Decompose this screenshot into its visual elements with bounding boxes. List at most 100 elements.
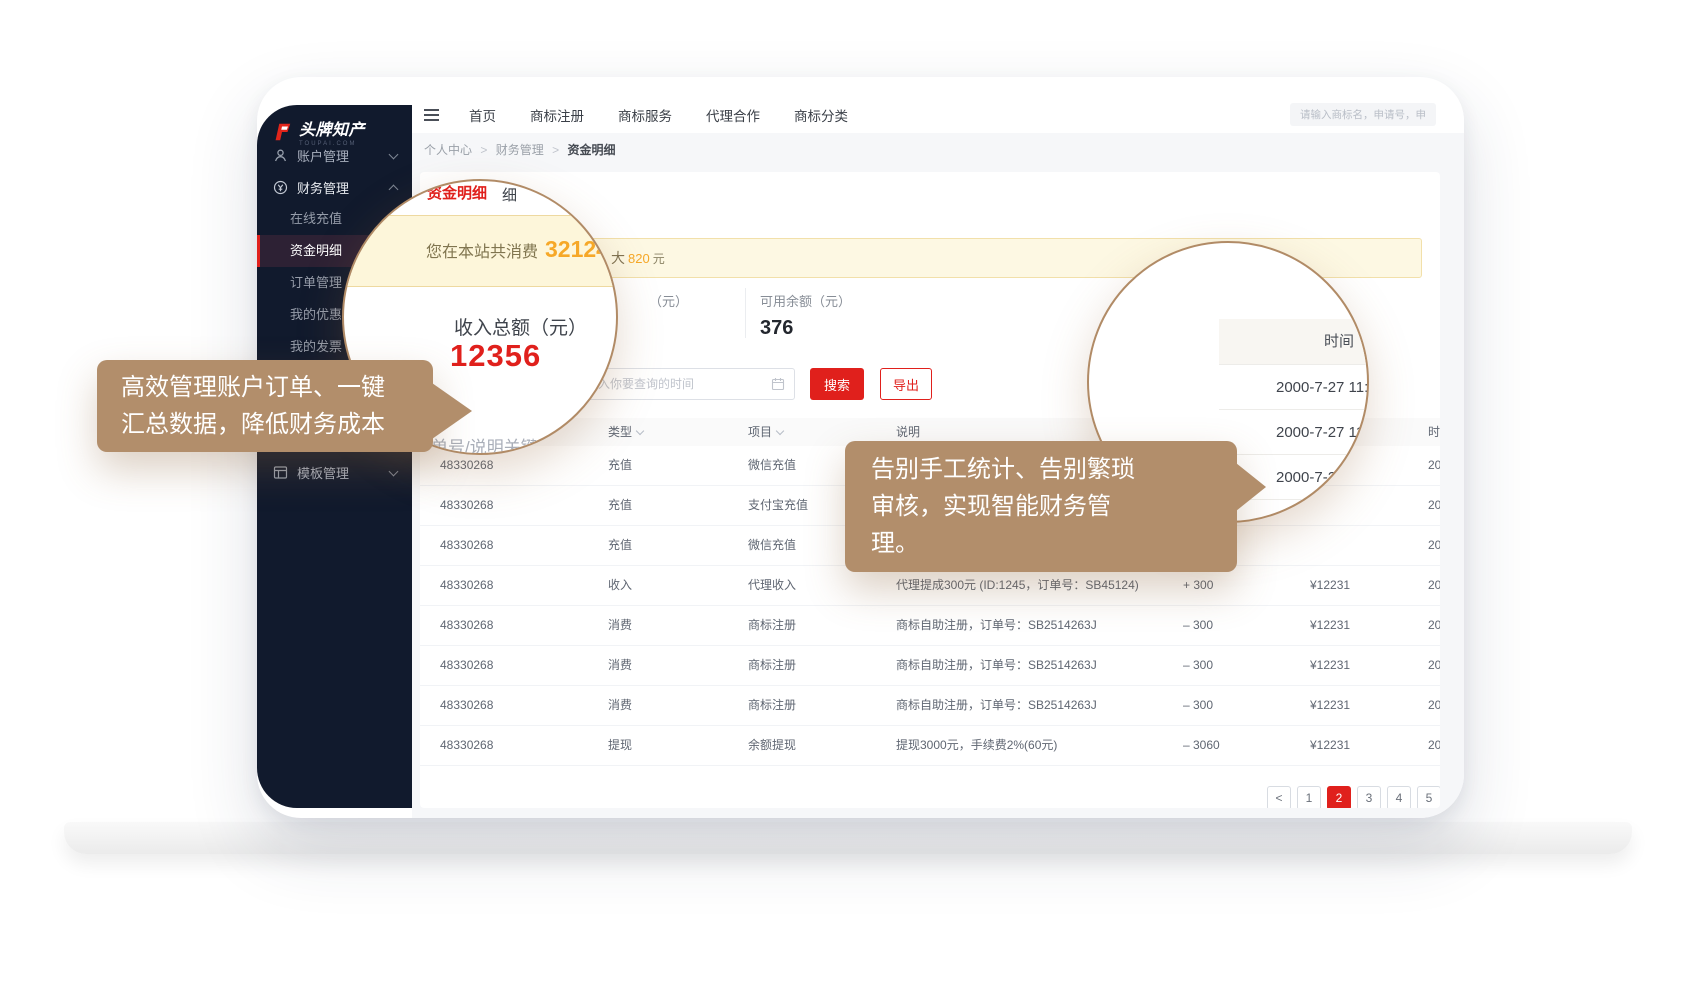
cell-project: 微信充值: [748, 446, 796, 485]
global-search-input[interactable]: [1290, 103, 1436, 126]
breadcrumb-current: 资金明细: [567, 143, 615, 157]
cell-type: 充值: [608, 446, 632, 485]
callout-left: 高效管理账户订单、一键 汇总数据，降低财务成本: [97, 360, 433, 452]
breadcrumb-item[interactable]: 个人中心: [424, 143, 472, 157]
hamburger-menu-icon[interactable]: [424, 106, 439, 124]
cell-project: 商标注册: [748, 686, 796, 725]
pagination-page-1[interactable]: 1: [1297, 786, 1321, 808]
sidebar-item-template[interactable]: 模板管理: [257, 456, 412, 488]
table-row[interactable]: 48330268 提现 余额提现 提现3000元，手续费2%(60元) – 30…: [420, 726, 1440, 766]
cell-amount: – 300: [1183, 646, 1213, 685]
pagination-prev-button[interactable]: <: [1267, 786, 1291, 808]
cell-time: 2000-7-27 11:58:03: [1428, 566, 1440, 605]
cell-order: 48330268: [440, 566, 493, 605]
magnified-time-cell: 2000-7-27 11:58:03: [1219, 365, 1369, 410]
cell-type: 充值: [608, 486, 632, 525]
callout-arrow-icon: [1236, 463, 1266, 511]
cell-order: 48330268: [440, 606, 493, 645]
cell-time: 2000-7-27 11:58:03: [1428, 526, 1440, 565]
cell-desc: 商标自助注册，订单号：SB2514263J: [896, 686, 1097, 725]
cell-project: 代理收入: [748, 566, 796, 605]
magnified-income-value: 12356: [450, 338, 541, 374]
cell-order: 48330268: [440, 726, 493, 765]
sidebar-item-account[interactable]: 账户管理: [257, 139, 412, 171]
cell-desc: 商标自助注册，订单号：SB2514263J: [896, 646, 1097, 685]
cell-project: 商标注册: [748, 606, 796, 645]
chevron-down-icon: [636, 427, 644, 435]
callout-right: 告别手工统计、告别繁琐 审核，实现智能财务管 理。: [845, 441, 1237, 572]
pagination-page-3[interactable]: 3: [1357, 786, 1381, 808]
cell-time: 2000-7-27 11:58:03: [1428, 606, 1440, 645]
cell-order: 48330268: [440, 486, 493, 525]
sidebar: 头牌知产 TOUPAI.COM 账户管理: [257, 105, 412, 808]
callout-arrow-icon: [432, 383, 472, 439]
breadcrumb-separator: >: [552, 143, 559, 157]
topbar: 首页 商标注册 商标服务 代理合作 商标分类: [412, 97, 1464, 134]
column-header-time: 时间: [1428, 418, 1440, 446]
cell-desc: 商标自助注册，订单号：SB2514263J: [896, 606, 1097, 645]
cell-time: 2000-7-27 11:58:03: [1428, 726, 1440, 765]
cell-time: 2000-7-27 11:58:03: [1428, 686, 1440, 725]
table-row[interactable]: 48330268 消费 商标注册 商标自助注册，订单号：SB2514263J –…: [420, 606, 1440, 646]
pagination-page-2-active[interactable]: 2: [1327, 786, 1351, 808]
table-row[interactable]: 48330268 消费 商标注册 商标自助注册，订单号：SB2514263J –…: [420, 646, 1440, 686]
nav-item-trademark-category[interactable]: 商标分类: [794, 105, 848, 125]
magnified-banner-amount: 32124: [545, 236, 609, 263]
column-header-project[interactable]: 项目: [748, 418, 783, 446]
finance-icon: [273, 180, 288, 195]
search-button[interactable]: 搜索: [810, 368, 864, 400]
cell-type: 消费: [608, 686, 632, 725]
column-header-type[interactable]: 类型: [608, 418, 643, 446]
table-row[interactable]: 48330268 消费 商标注册 商标自助注册，订单号：SB2514263J –…: [420, 686, 1440, 726]
magnified-banner-prefix: 您在本站共消费: [426, 238, 538, 262]
laptop-base: [64, 822, 1632, 854]
laptop-mockup: 头牌知产 TOUPAI.COM 账户管理: [0, 0, 1696, 1002]
cell-amount: – 3060: [1183, 726, 1220, 765]
sidebar-item-finance[interactable]: 财务管理: [257, 171, 412, 203]
user-icon: [273, 148, 288, 163]
callout-line: 告别手工统计、告别繁琐: [871, 451, 1237, 488]
top-nav: 首页 商标注册 商标服务 代理合作 商标分类: [469, 105, 848, 125]
callout-line: 高效管理账户订单、一键: [121, 369, 433, 406]
stat-available-balance: 可用余额（元） 376: [760, 291, 851, 340]
chevron-down-icon: [389, 150, 399, 160]
stat-divider: [745, 288, 746, 338]
magnified-banner: 您在本站共消费 32124: [342, 215, 618, 287]
nav-item-agent-cooperation[interactable]: 代理合作: [706, 105, 760, 125]
chevron-down-icon: [389, 467, 399, 477]
pagination-page-4[interactable]: 4: [1387, 786, 1411, 808]
cell-amount: – 300: [1183, 686, 1213, 725]
magnified-time-header: 时间: [1219, 319, 1369, 365]
cell-order: 48330268: [440, 646, 493, 685]
cell-project: 余额提现: [748, 726, 796, 765]
cell-type: 充值: [608, 526, 632, 565]
cell-desc: 提现3000元，手续费2%(60元): [896, 726, 1057, 765]
pagination: < 1 2 3 4 5: [1267, 786, 1440, 808]
cell-balance: ¥12231: [1310, 726, 1350, 765]
cell-project: 商标注册: [748, 646, 796, 685]
export-button[interactable]: 导出: [880, 368, 932, 400]
breadcrumb-item[interactable]: 财务管理: [496, 143, 544, 157]
nav-item-trademark-service[interactable]: 商标服务: [618, 105, 672, 125]
breadcrumb: 个人中心 > 财务管理 > 资金明细: [424, 141, 615, 158]
brand-name: 头牌知产: [299, 116, 365, 140]
breadcrumb-separator: >: [480, 143, 487, 157]
cell-time: 2000-7-27 11:58:03: [1428, 486, 1440, 525]
nav-item-trademark-register[interactable]: 商标注册: [530, 105, 584, 125]
callout-line: 汇总数据，降低财务成本: [121, 406, 433, 443]
banner-amount-small: 820: [628, 251, 650, 266]
cell-order: 48330268: [440, 526, 493, 565]
cell-time: 2000-7-27 11:58:03: [1428, 446, 1440, 485]
callout-line: 审核，实现智能财务管: [871, 488, 1237, 525]
magnified-tab-title: 资金明细: [427, 182, 487, 203]
magnified-time-cell: 2000-7-27 11:58:03: [1219, 410, 1369, 455]
nav-item-home[interactable]: 首页: [469, 105, 496, 125]
sidebar-item-label: 财务管理: [297, 178, 349, 197]
cell-type: 提现: [608, 726, 632, 765]
pagination-page-5[interactable]: 5: [1417, 786, 1440, 808]
cell-project: 微信充值: [748, 526, 796, 565]
cell-balance: ¥12231: [1310, 686, 1350, 725]
calendar-icon: [771, 377, 785, 396]
table-row[interactable]: 48330268 收入 代理收入 代理提成300元 (ID:1245，订单号：S…: [420, 566, 1440, 606]
magnified-tab-fragment: 细: [502, 184, 517, 205]
